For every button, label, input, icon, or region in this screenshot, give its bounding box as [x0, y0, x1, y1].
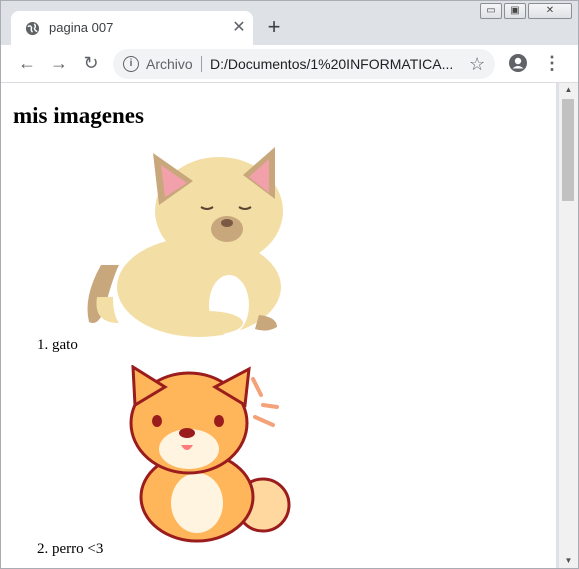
- browser-window: pagina 007 ✕ + ▭ ▣ ✕ ← → ↻ i Archivo D:/…: [0, 0, 579, 569]
- omnibox-divider: [201, 56, 202, 72]
- page-title: mis imagenes: [13, 103, 144, 128]
- item-label-gato: 1. gato: [37, 337, 78, 353]
- info-icon[interactable]: i: [123, 56, 139, 72]
- tab-pagina[interactable]: pagina 007 ✕: [11, 11, 253, 45]
- list-item: 1. gato: [1, 147, 301, 357]
- new-tab-button[interactable]: +: [263, 16, 285, 39]
- menu-icon[interactable]: ⋮: [543, 51, 561, 75]
- item-label-perro: 2. perro <3: [37, 541, 104, 557]
- scrollbar-thumb[interactable]: [562, 99, 574, 201]
- globe-icon: [25, 21, 40, 36]
- cat-image: [87, 147, 283, 337]
- scheme-label: Archivo: [146, 56, 193, 72]
- forward-button[interactable]: →: [47, 51, 71, 75]
- window-close-button[interactable]: ✕: [528, 3, 572, 19]
- bookmark-star-icon[interactable]: ☆: [469, 54, 485, 74]
- reload-button[interactable]: ↻: [79, 51, 103, 75]
- vertical-scrollbar[interactable]: ▲ ▼: [559, 83, 578, 568]
- window-controls: ▭ ▣ ✕: [480, 3, 572, 21]
- tab-title: pagina 007: [49, 20, 114, 35]
- close-icon[interactable]: ✕: [229, 18, 249, 38]
- maximize-button[interactable]: ▣: [504, 3, 526, 19]
- minimize-button[interactable]: ▭: [480, 3, 502, 19]
- page-content: mis imagenes 1. gato 2. perro <3: [1, 83, 556, 568]
- account-icon[interactable]: [508, 53, 528, 73]
- dog-image: [129, 365, 291, 543]
- browser-toolbar: ← → ↻ i Archivo D:/Documentos/1%20INFORM…: [1, 45, 578, 83]
- tab-strip: pagina 007 ✕ + ▭ ▣ ✕: [1, 1, 578, 45]
- scroll-up-arrow-icon[interactable]: ▲: [559, 83, 578, 97]
- scroll-down-arrow-icon[interactable]: ▼: [559, 554, 578, 568]
- url-text[interactable]: D:/Documentos/1%20INFORMATICA...: [210, 56, 456, 72]
- back-button[interactable]: ←: [15, 51, 39, 75]
- list-item: 2. perro <3: [1, 365, 301, 565]
- address-bar[interactable]: i Archivo D:/Documentos/1%20INFORMATICA.…: [113, 49, 495, 79]
